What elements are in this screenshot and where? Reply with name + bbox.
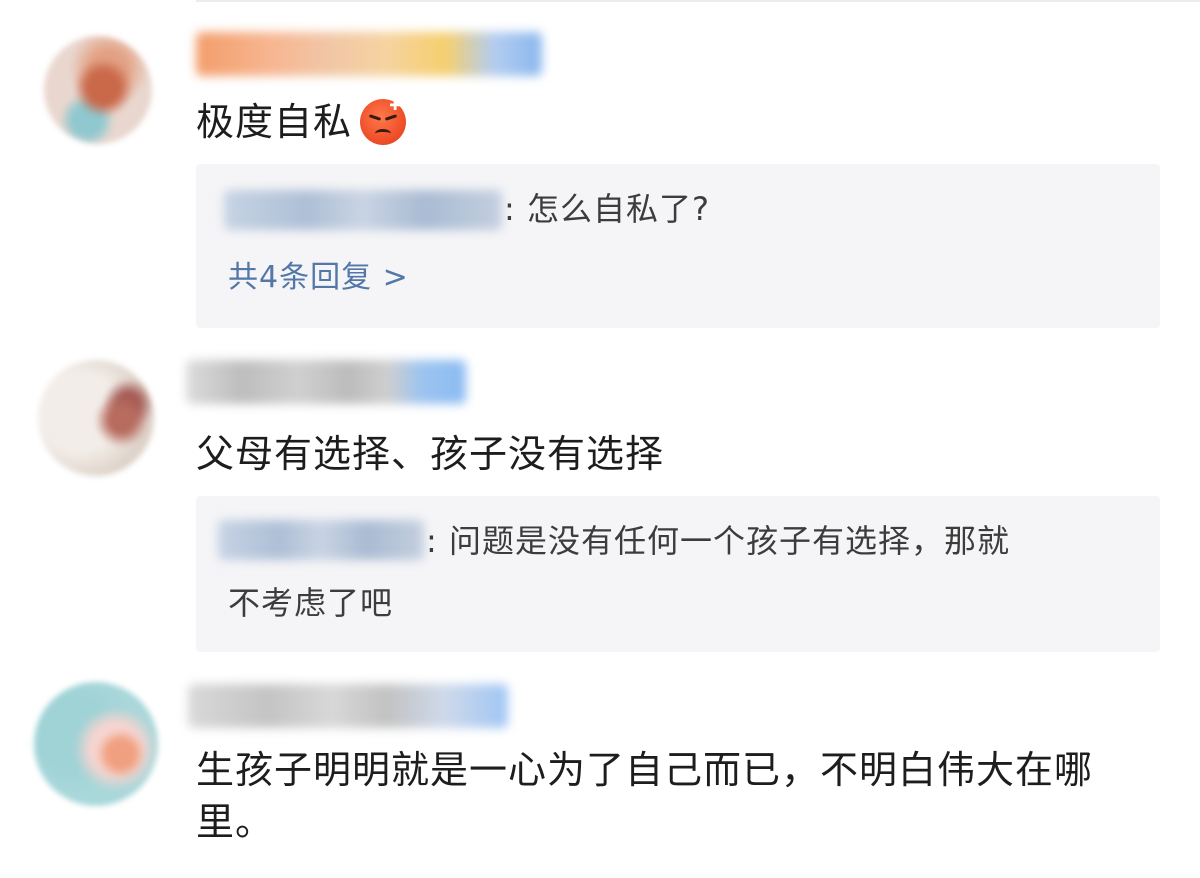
username-blurred[interactable] <box>186 360 466 404</box>
comment-body: 极度自私 <box>196 100 353 144</box>
reply-text: : 怎么自私了? <box>504 190 710 228</box>
reply-text-line-1: : 问题是没有任何一个孩子有选择，那就 <box>426 522 1010 560</box>
divider <box>196 0 1200 2</box>
comment-text: 生孩子明明就是一心为了自己而已，不明白伟大在哪里。 <box>196 748 1094 844</box>
reply-preview-box[interactable]: : 怎么自私了? 共4条回复 > <box>196 164 1160 328</box>
angry-face-emoji-icon: ✚ <box>360 98 407 145</box>
reply-username-blurred[interactable] <box>218 520 424 560</box>
comment-text: 父母有选择、孩子没有选择 <box>196 432 665 476</box>
avatar[interactable] <box>44 36 152 144</box>
view-all-replies-link[interactable]: 共4条回复 > <box>228 256 409 300</box>
avatar[interactable] <box>34 682 158 806</box>
username-blurred[interactable] <box>196 32 542 76</box>
avatar[interactable] <box>38 360 154 476</box>
comment-text: 极度自私 ✚ <box>196 96 407 148</box>
reply-preview-box[interactable]: : 问题是没有任何一个孩子有选择，那就 不考虑了吧 <box>196 496 1160 652</box>
reply-username-blurred[interactable] <box>224 190 502 230</box>
username-blurred[interactable] <box>188 684 508 728</box>
reply-text-line-2: 不考虑了吧 <box>228 584 394 622</box>
comment-thread: 极度自私 ✚ : 怎么自私了? 共4条回复 > 父母有选择、孩子没有选择 : 问题… <box>0 0 1200 878</box>
